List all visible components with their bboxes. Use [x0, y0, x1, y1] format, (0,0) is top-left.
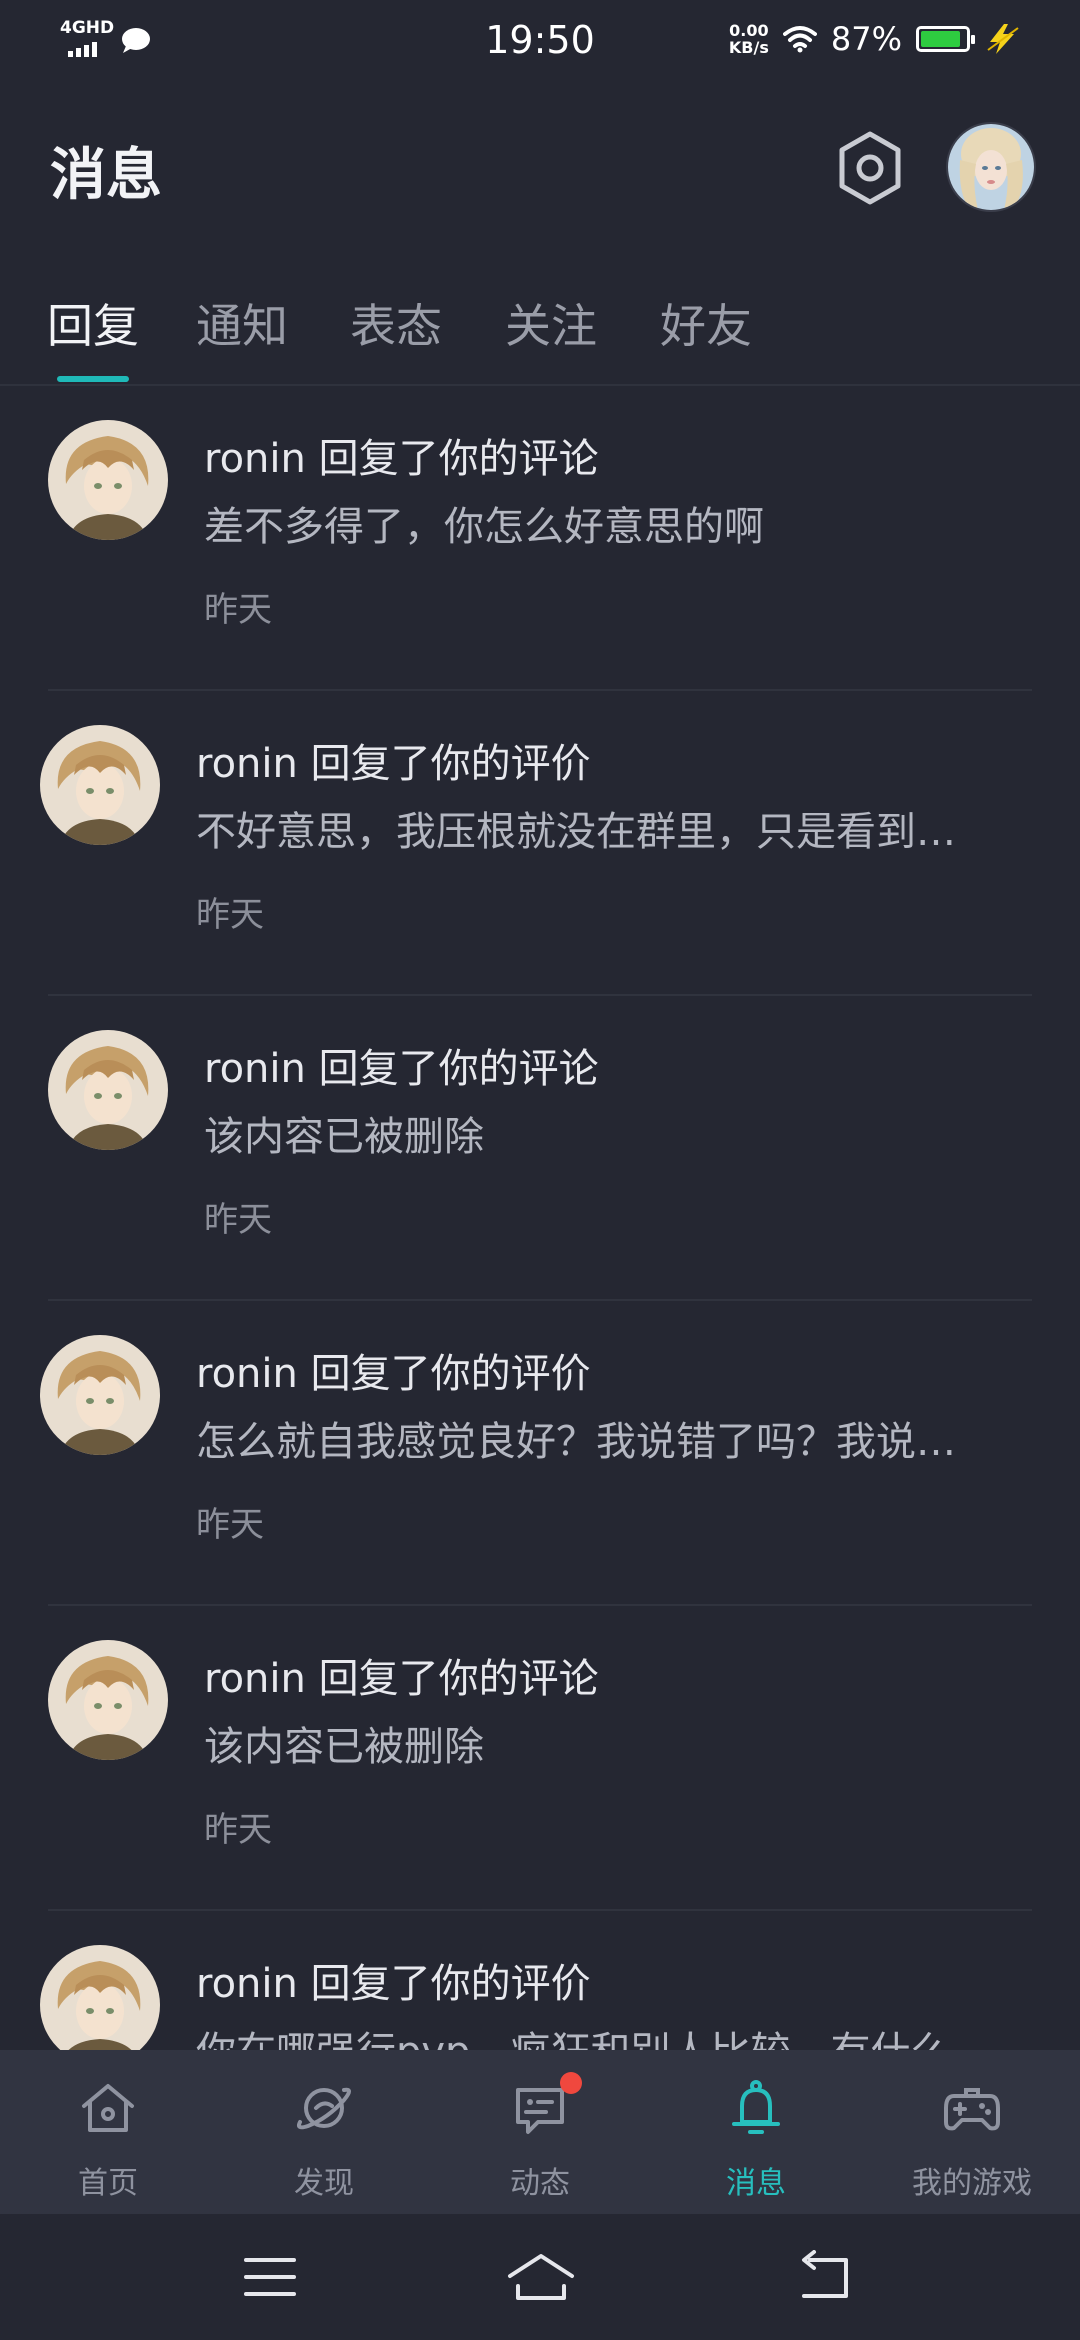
avatar[interactable] — [40, 1335, 160, 1455]
message-body: 差不多得了，你怎么好意思的啊 — [204, 504, 764, 550]
list-item[interactable]: ronin 回复了你的评论 差不多得了，你怎么好意思的啊 昨天 — [0, 386, 1080, 691]
menu-icon[interactable] — [240, 2250, 300, 2304]
nav-label: 消息 — [726, 2166, 786, 2201]
list-item[interactable]: ronin 回复了你的评价 不好意思，我压根就没在群里，只是看到… 昨天 — [0, 691, 1080, 996]
home-button-icon[interactable] — [506, 2250, 576, 2304]
bottom-nav: 首页 发现 动态 消息 我的游戏 — [0, 2050, 1080, 2214]
message-body: 你在哪强行pvp，疯狂和别人比较，有什么… — [196, 2019, 996, 2050]
list-item[interactable]: ronin 回复了你的评论 该内容已被删除 昨天 — [0, 1606, 1080, 1911]
avatar[interactable] — [48, 1030, 168, 1150]
active-tab-indicator — [57, 376, 129, 382]
gamepad-icon — [944, 2088, 1000, 2131]
battery-icon — [916, 26, 975, 52]
list-item[interactable]: ronin 回复了你的评价 你在哪强行pvp，疯狂和别人比较，有什么… — [0, 1911, 1080, 2050]
planet-icon — [297, 2087, 351, 2130]
message-title: ronin 回复了你的评价 — [196, 1961, 591, 2007]
message-title: ronin 回复了你的评论 — [204, 436, 599, 482]
system-nav-bar — [0, 2214, 1080, 2340]
message-title: ronin 回复了你的评价 — [196, 741, 591, 787]
list-item[interactable]: ronin 回复了你的评价 怎么就自我感觉良好？我说错了吗？我说… 昨天 — [0, 1301, 1080, 1606]
message-body: 怎么就自我感觉良好？我说错了吗？我说… — [196, 1419, 956, 1465]
tab-friends[interactable]: 好友 — [660, 290, 752, 356]
message-list[interactable]: ronin 回复了你的评论 差不多得了，你怎么好意思的啊 昨天 ronin 回复… — [0, 386, 1080, 2050]
message-body: 该内容已被删除 — [204, 1114, 484, 1160]
status-bar: 4GHD 19:50 0.00 KB/s 87% — [0, 0, 1080, 84]
user-avatar[interactable] — [946, 122, 1036, 212]
nav-my-games[interactable]: 我的游戏 — [864, 2050, 1080, 2214]
message-title: ronin 回复了你的评价 — [196, 1351, 591, 1397]
nav-home[interactable]: 首页 — [0, 2050, 216, 2214]
message-title: ronin 回复了你的评论 — [204, 1656, 599, 1702]
message-body: 不好意思，我压根就没在群里，只是看到… — [196, 809, 956, 855]
nav-discover[interactable]: 发现 — [216, 2050, 432, 2214]
notification-badge — [560, 2072, 582, 2094]
page-title: 消息 — [50, 143, 162, 208]
message-time: 昨天 — [204, 590, 272, 630]
list-item[interactable]: ronin 回复了你的评论 该内容已被删除 昨天 — [0, 996, 1080, 1301]
message-time: 昨天 — [204, 1810, 272, 1850]
avatar[interactable] — [48, 1640, 168, 1760]
message-time: 昨天 — [196, 1505, 264, 1545]
message-time: 昨天 — [204, 1200, 272, 1240]
charging-icon — [987, 24, 1019, 54]
tab-reaction[interactable]: 表态 — [350, 290, 442, 356]
message-title: ronin 回复了你的评论 — [204, 1046, 599, 1092]
avatar[interactable] — [40, 725, 160, 845]
nav-label: 首页 — [78, 2166, 138, 2201]
screen: 4GHD 19:50 0.00 KB/s 87% 消息 回复 通知 表态 关注 … — [0, 0, 1080, 2340]
back-icon[interactable] — [794, 2250, 854, 2304]
message-tabs: 回复 通知 表态 关注 好友 — [0, 280, 1080, 384]
nav-messages[interactable]: 消息 — [648, 2050, 864, 2214]
home-icon — [82, 2084, 134, 2132]
wifi-icon — [782, 26, 817, 53]
settings-icon[interactable] — [834, 128, 906, 208]
bell-icon — [732, 2080, 780, 2134]
nav-label: 发现 — [294, 2166, 354, 2201]
tab-reply[interactable]: 回复 — [47, 290, 139, 356]
nav-label: 我的游戏 — [912, 2166, 1032, 2201]
status-right: 0.00 KB/s 87% — [729, 20, 1020, 58]
battery-percent: 87% — [830, 20, 902, 58]
message-time: 昨天 — [196, 895, 264, 935]
nav-feed[interactable]: 动态 — [432, 2050, 648, 2214]
nav-label: 动态 — [510, 2166, 570, 2201]
avatar[interactable] — [48, 420, 168, 540]
message-body: 该内容已被删除 — [204, 1724, 484, 1770]
tab-follow[interactable]: 关注 — [505, 290, 597, 356]
tab-notice[interactable]: 通知 — [196, 290, 288, 356]
avatar[interactable] — [40, 1945, 160, 2050]
network-speed: 0.00 KB/s — [728, 21, 769, 57]
